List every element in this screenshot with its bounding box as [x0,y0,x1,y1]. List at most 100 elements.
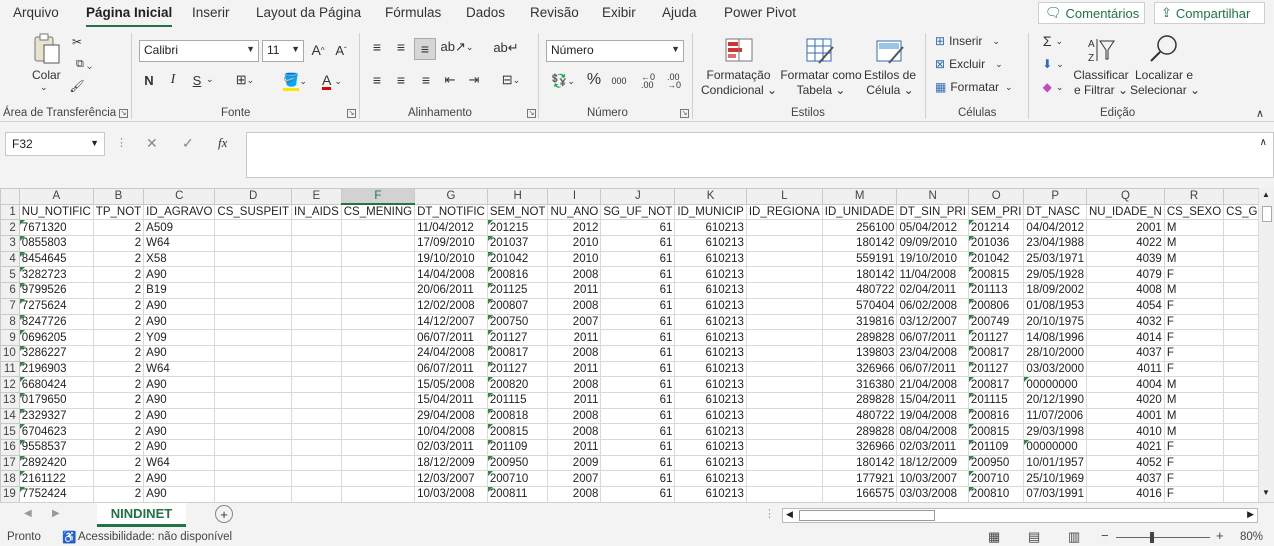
cell[interactable]: 21/04/2008 [896,376,969,393]
cell[interactable]: 2 [92,376,145,393]
cell[interactable]: 180142 [821,235,898,252]
cell[interactable]: SEM_NOT [486,203,549,221]
cell[interactable] [214,250,292,268]
horizontal-scrollbar[interactable]: ◀ ▶ [782,508,1258,523]
cell[interactable]: F [1163,486,1225,502]
paste-dropdown-icon[interactable]: ⌄ [40,82,48,93]
zoom-out-icon[interactable]: − [1101,528,1109,543]
cell[interactable]: 4021 [1085,439,1165,456]
cell[interactable]: 03/03/2008 [896,486,969,502]
cell[interactable]: 610213 [674,360,747,378]
cell[interactable]: 7275624 [18,297,94,315]
cell[interactable]: DT_NASC [1023,203,1087,221]
cell[interactable]: ID_REGIONA [745,203,823,221]
cell[interactable]: DT_NOTIFIC [414,203,488,221]
cell[interactable]: 2001 [1085,219,1165,237]
cell[interactable]: 610213 [674,344,747,362]
cell[interactable]: A90 [143,313,216,331]
cell[interactable]: 29/03/1998 [1023,423,1087,440]
cell[interactable]: 8454645 [18,250,94,268]
cell[interactable]: 08/04/2008 [896,423,969,440]
cell[interactable]: SG_UF_NOT [600,203,676,221]
cell[interactable]: M [1163,407,1225,425]
cell[interactable]: 03/12/2007 [896,313,969,331]
cell[interactable]: 2010 [547,250,602,268]
cell[interactable]: ID_MUNICIP [674,203,747,221]
page-break-view-icon[interactable]: ▥ [1068,529,1080,545]
cell[interactable]: 200815 [486,423,549,440]
cell[interactable]: 2 [92,360,145,378]
increase-decimal-icon[interactable]: ←0.00 [638,72,658,90]
cell[interactable] [745,486,823,502]
cell[interactable]: M [1163,376,1225,393]
sort-filter-icon[interactable]: AZ [1086,35,1116,65]
cell[interactable]: 61 [600,297,676,315]
align-top-icon[interactable]: ≡ [369,39,385,55]
cell[interactable]: 201127 [967,360,1025,378]
cell[interactable] [745,266,823,284]
cell[interactable]: 200810 [967,486,1025,502]
cell[interactable]: 610213 [674,391,747,409]
cell[interactable] [214,266,292,284]
cell[interactable]: A90 [143,266,216,284]
cell[interactable]: 610213 [674,470,747,488]
grow-font-icon[interactable]: A ^ [309,41,327,59]
column-header-d[interactable]: D [214,188,292,205]
tab-dados[interactable]: Dados [466,5,505,20]
cell[interactable]: 00000000 [1023,376,1087,393]
cell[interactable] [291,423,342,440]
sheet-tab-nindinet[interactable]: NINDINET [97,503,186,527]
cell[interactable]: A509 [143,219,216,237]
cell[interactable]: 2 [92,329,145,346]
cell[interactable] [745,344,823,362]
cell[interactable]: 23/04/1988 [1023,235,1087,252]
cell[interactable]: 61 [600,454,676,472]
cell[interactable] [745,454,823,472]
accessibility-status[interactable]: Acessibilidade: não disponível [78,531,232,543]
sort-filter-button[interactable]: Classificar e Filtrar ⌄ [1072,68,1130,98]
cell[interactable]: 2008 [547,376,602,393]
cell[interactable]: 2011 [547,360,602,378]
cell[interactable] [214,454,292,472]
cell[interactable]: 200816 [967,407,1025,425]
cell[interactable]: 2 [92,454,145,472]
cell[interactable]: 480722 [821,282,898,299]
next-sheet-icon[interactable]: ▶ [52,508,60,519]
cell[interactable] [291,250,342,268]
cell[interactable] [340,423,416,440]
cell[interactable] [291,282,342,299]
zoom-slider-thumb[interactable] [1150,532,1154,543]
paste-label[interactable]: Colar [32,68,61,83]
cell[interactable]: 559191 [821,250,898,268]
row-header[interactable]: 4 [0,250,20,268]
cell[interactable]: 200817 [967,376,1025,393]
row-header[interactable]: 13 [0,391,20,409]
cell[interactable]: 177921 [821,470,898,488]
tab-arquivo[interactable]: Arquivo [13,5,59,20]
cell[interactable]: W64 [143,454,216,472]
cell[interactable]: 319816 [821,313,898,331]
cell[interactable] [291,376,342,393]
cell[interactable] [340,235,416,252]
cell[interactable] [291,297,342,315]
cell[interactable]: 200817 [486,344,549,362]
cell[interactable] [214,407,292,425]
cell[interactable] [291,219,342,237]
format-painter-icon[interactable]: 🖌 [69,79,84,93]
cell[interactable]: 610213 [674,407,747,425]
cell[interactable] [745,282,823,299]
cell[interactable] [745,423,823,440]
cell[interactable]: F [1163,266,1225,284]
cut-icon[interactable]: ✂ [70,35,84,49]
cell[interactable] [745,313,823,331]
cell[interactable]: 06/02/2008 [896,297,969,315]
cell[interactable]: CS_MENING [340,203,416,221]
cell[interactable]: 61 [600,470,676,488]
cell[interactable]: M [1163,423,1225,440]
cell[interactable]: 24/04/2008 [414,344,488,362]
format-cells-button[interactable]: ▦ Formatar ⌄ [935,80,1013,95]
wrap-text-icon[interactable]: ab↵ [493,39,518,57]
cell[interactable]: 06/07/2011 [896,329,969,346]
align-right-icon[interactable]: ≡ [418,72,434,88]
cell[interactable] [340,376,416,393]
